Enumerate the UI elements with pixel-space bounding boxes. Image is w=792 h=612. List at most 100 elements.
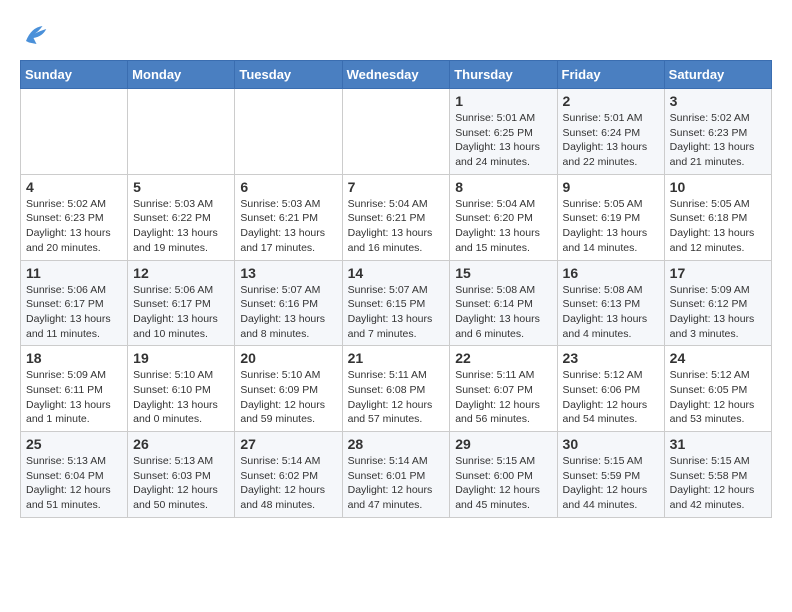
calendar-week-row: 25 Sunrise: 5:13 AM Sunset: 6:04 PM Dayli… — [21, 432, 772, 518]
calendar-week-row: 18 Sunrise: 5:09 AM Sunset: 6:11 PM Dayli… — [21, 346, 772, 432]
day-number: 16 — [563, 265, 659, 281]
day-info: Sunrise: 5:13 AM Sunset: 6:04 PM Dayligh… — [26, 454, 122, 513]
day-info: Sunrise: 5:12 AM Sunset: 6:05 PM Dayligh… — [670, 368, 766, 427]
calendar-week-row: 4Sunrise: 5:02 AM Sunset: 6:23 PM Daylig… — [21, 174, 772, 260]
day-number: 7 — [348, 179, 445, 195]
calendar-cell: 20 Sunrise: 5:10 AM Sunset: 6:09 PM Dayli… — [235, 346, 342, 432]
calendar-cell: 14 Sunrise: 5:07 AM Sunset: 6:15 PM Dayli… — [342, 260, 450, 346]
day-number: 20 — [240, 350, 336, 366]
day-number: 19 — [133, 350, 229, 366]
day-info: Sunrise: 5:14 AM Sunset: 6:01 PM Dayligh… — [348, 454, 445, 513]
day-number: 15 — [455, 265, 551, 281]
day-info: Sunrise: 5:05 AM Sunset: 6:19 PM Dayligh… — [563, 197, 659, 256]
calendar-cell: 7 Sunrise: 5:04 AM Sunset: 6:21 PM Daylig… — [342, 174, 450, 260]
day-number: 23 — [563, 350, 659, 366]
day-info: Sunrise: 5:06 AM Sunset: 6:17 PM Dayligh… — [26, 283, 122, 342]
calendar-table: SundayMondayTuesdayWednesdayThursdayFrid… — [20, 60, 772, 518]
day-info: Sunrise: 5:12 AM Sunset: 6:06 PM Dayligh… — [563, 368, 659, 427]
day-info: Sunrise: 5:08 AM Sunset: 6:14 PM Dayligh… — [455, 283, 551, 342]
calendar-cell: 17 Sunrise: 5:09 AM Sunset: 6:12 PM Dayli… — [664, 260, 771, 346]
calendar-cell: 26 Sunrise: 5:13 AM Sunset: 6:03 PM Dayli… — [128, 432, 235, 518]
calendar-cell — [235, 89, 342, 175]
day-info: Sunrise: 5:09 AM Sunset: 6:11 PM Dayligh… — [26, 368, 122, 427]
day-number: 24 — [670, 350, 766, 366]
day-number: 14 — [348, 265, 445, 281]
calendar-cell: 22 Sunrise: 5:11 AM Sunset: 6:07 PM Dayli… — [450, 346, 557, 432]
day-number: 8 — [455, 179, 551, 195]
page-header — [20, 20, 772, 50]
logo — [20, 20, 54, 50]
calendar-cell: 29Sunrise: 5:15 AM Sunset: 6:00 PM Dayli… — [450, 432, 557, 518]
calendar-cell: 21 Sunrise: 5:11 AM Sunset: 6:08 PM Dayli… — [342, 346, 450, 432]
day-info: Sunrise: 5:11 AM Sunset: 6:07 PM Dayligh… — [455, 368, 551, 427]
calendar-cell: 8 Sunrise: 5:04 AM Sunset: 6:20 PM Daylig… — [450, 174, 557, 260]
day-number: 2 — [563, 93, 659, 109]
calendar-cell — [128, 89, 235, 175]
calendar-cell: 4Sunrise: 5:02 AM Sunset: 6:23 PM Daylig… — [21, 174, 128, 260]
calendar-cell: 23 Sunrise: 5:12 AM Sunset: 6:06 PM Dayli… — [557, 346, 664, 432]
day-number: 1 — [455, 93, 551, 109]
day-number: 18 — [26, 350, 122, 366]
calendar-cell — [21, 89, 128, 175]
calendar-cell: 1Sunrise: 5:01 AM Sunset: 6:25 PM Daylig… — [450, 89, 557, 175]
calendar-cell: 9 Sunrise: 5:05 AM Sunset: 6:19 PM Daylig… — [557, 174, 664, 260]
day-number: 17 — [670, 265, 766, 281]
day-number: 21 — [348, 350, 445, 366]
day-number: 26 — [133, 436, 229, 452]
day-number: 11 — [26, 265, 122, 281]
calendar-cell: 31 Sunrise: 5:15 AM Sunset: 5:58 PM Dayli… — [664, 432, 771, 518]
day-number: 31 — [670, 436, 766, 452]
day-number: 12 — [133, 265, 229, 281]
calendar-header-row: SundayMondayTuesdayWednesdayThursdayFrid… — [21, 61, 772, 89]
day-info: Sunrise: 5:06 AM Sunset: 6:17 PM Dayligh… — [133, 283, 229, 342]
day-number: 25 — [26, 436, 122, 452]
header-monday: Monday — [128, 61, 235, 89]
header-tuesday: Tuesday — [235, 61, 342, 89]
day-info: Sunrise: 5:05 AM Sunset: 6:18 PM Dayligh… — [670, 197, 766, 256]
calendar-cell: 30Sunrise: 5:15 AM Sunset: 5:59 PM Dayli… — [557, 432, 664, 518]
calendar-week-row: 11 Sunrise: 5:06 AM Sunset: 6:17 PM Dayli… — [21, 260, 772, 346]
day-info: Sunrise: 5:10 AM Sunset: 6:10 PM Dayligh… — [133, 368, 229, 427]
day-info: Sunrise: 5:10 AM Sunset: 6:09 PM Dayligh… — [240, 368, 336, 427]
calendar-cell: 6 Sunrise: 5:03 AM Sunset: 6:21 PM Daylig… — [235, 174, 342, 260]
calendar-cell: 19 Sunrise: 5:10 AM Sunset: 6:10 PM Dayli… — [128, 346, 235, 432]
day-number: 6 — [240, 179, 336, 195]
calendar-cell: 3 Sunrise: 5:02 AM Sunset: 6:23 PM Daylig… — [664, 89, 771, 175]
calendar-cell: 10 Sunrise: 5:05 AM Sunset: 6:18 PM Dayli… — [664, 174, 771, 260]
day-info: Sunrise: 5:01 AM Sunset: 6:24 PM Dayligh… — [563, 111, 659, 170]
header-thursday: Thursday — [450, 61, 557, 89]
header-wednesday: Wednesday — [342, 61, 450, 89]
day-info: Sunrise: 5:04 AM Sunset: 6:21 PM Dayligh… — [348, 197, 445, 256]
day-info: Sunrise: 5:13 AM Sunset: 6:03 PM Dayligh… — [133, 454, 229, 513]
day-info: Sunrise: 5:15 AM Sunset: 6:00 PM Dayligh… — [455, 454, 551, 513]
header-saturday: Saturday — [664, 61, 771, 89]
day-info: Sunrise: 5:02 AM Sunset: 6:23 PM Dayligh… — [26, 197, 122, 256]
calendar-cell: 25 Sunrise: 5:13 AM Sunset: 6:04 PM Dayli… — [21, 432, 128, 518]
calendar-cell: 15 Sunrise: 5:08 AM Sunset: 6:14 PM Dayli… — [450, 260, 557, 346]
day-info: Sunrise: 5:07 AM Sunset: 6:16 PM Dayligh… — [240, 283, 336, 342]
day-info: Sunrise: 5:08 AM Sunset: 6:13 PM Dayligh… — [563, 283, 659, 342]
day-info: Sunrise: 5:09 AM Sunset: 6:12 PM Dayligh… — [670, 283, 766, 342]
calendar-cell: 18 Sunrise: 5:09 AM Sunset: 6:11 PM Dayli… — [21, 346, 128, 432]
day-info: Sunrise: 5:03 AM Sunset: 6:21 PM Dayligh… — [240, 197, 336, 256]
day-info: Sunrise: 5:14 AM Sunset: 6:02 PM Dayligh… — [240, 454, 336, 513]
day-info: Sunrise: 5:11 AM Sunset: 6:08 PM Dayligh… — [348, 368, 445, 427]
day-number: 3 — [670, 93, 766, 109]
day-info: Sunrise: 5:04 AM Sunset: 6:20 PM Dayligh… — [455, 197, 551, 256]
calendar-cell — [342, 89, 450, 175]
calendar-cell: 11 Sunrise: 5:06 AM Sunset: 6:17 PM Dayli… — [21, 260, 128, 346]
day-number: 22 — [455, 350, 551, 366]
day-number: 27 — [240, 436, 336, 452]
day-info: Sunrise: 5:07 AM Sunset: 6:15 PM Dayligh… — [348, 283, 445, 342]
calendar-week-row: 1Sunrise: 5:01 AM Sunset: 6:25 PM Daylig… — [21, 89, 772, 175]
day-info: Sunrise: 5:15 AM Sunset: 5:58 PM Dayligh… — [670, 454, 766, 513]
day-number: 28 — [348, 436, 445, 452]
calendar-cell: 28 Sunrise: 5:14 AM Sunset: 6:01 PM Dayli… — [342, 432, 450, 518]
calendar-cell: 12 Sunrise: 5:06 AM Sunset: 6:17 PM Dayli… — [128, 260, 235, 346]
day-info: Sunrise: 5:02 AM Sunset: 6:23 PM Dayligh… — [670, 111, 766, 170]
calendar-cell: 13 Sunrise: 5:07 AM Sunset: 6:16 PM Dayli… — [235, 260, 342, 346]
day-number: 10 — [670, 179, 766, 195]
day-number: 9 — [563, 179, 659, 195]
day-number: 13 — [240, 265, 336, 281]
header-friday: Friday — [557, 61, 664, 89]
